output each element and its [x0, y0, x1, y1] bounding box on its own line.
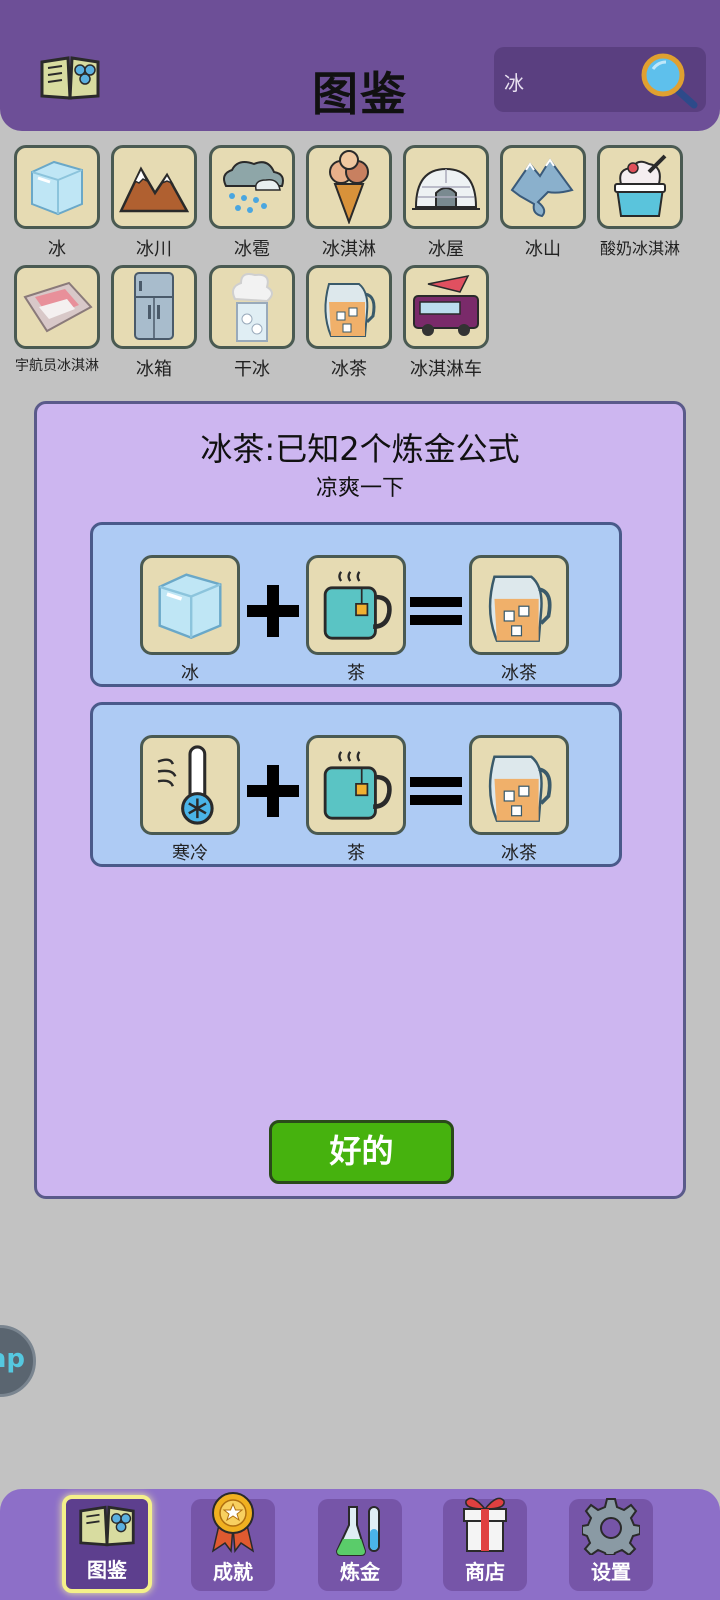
dry-ice-icon — [232, 273, 273, 342]
item-iceberg[interactable]: 冰山 — [494, 145, 592, 261]
iceberg-icon — [510, 158, 574, 218]
nav-label: 图鉴 — [87, 1558, 127, 1582]
recipe-result[interactable]: 冰茶 — [469, 735, 569, 865]
nav-label: 商店 — [465, 1560, 505, 1584]
item-label: 冰川 — [136, 239, 172, 260]
result-label: 冰茶 — [501, 663, 537, 684]
ingredient-label: 茶 — [347, 843, 365, 864]
result-label: 冰茶 — [501, 843, 537, 864]
side-floating-button[interactable]: ap — [0, 1325, 36, 1397]
item-label: 酸奶冰淇淋 — [599, 239, 680, 258]
recipe-dialog: 冰茶:已知2个炼金公式 凉爽一下 冰 茶 冰茶 寒冷 茶 冰茶 好的 — [34, 401, 686, 1199]
item-astronaut-ice-cream[interactable]: 宇航员冰淇淋 — [8, 265, 106, 375]
item-frozen-yogurt[interactable]: 酸奶冰淇淋 — [591, 145, 689, 259]
recipe-ingredient-b[interactable]: 茶 — [306, 735, 406, 865]
item-igloo[interactable]: 冰屋 — [397, 145, 495, 261]
item-label: 冰淇淋车 — [410, 359, 482, 380]
nav-label: 炼金 — [340, 1560, 380, 1584]
ice-cube-icon — [158, 573, 222, 640]
nav-label: 成就 — [213, 1560, 253, 1584]
search-box[interactable]: 冰 — [494, 47, 706, 112]
nav-tab-codex[interactable]: 图鉴 — [62, 1495, 152, 1593]
plus-icon — [247, 765, 299, 817]
recipe-row: 寒冷 茶 冰茶 — [90, 702, 622, 867]
item-label: 冰茶 — [331, 359, 367, 380]
dialog-subtitle: 凉爽一下 — [315, 476, 404, 501]
item-label: 宇航员冰淇淋 — [15, 358, 99, 374]
recipe-ingredient-b[interactable]: 茶 — [306, 555, 406, 685]
nav-tab-shop[interactable]: 商店 — [443, 1497, 527, 1591]
ok-button[interactable]: 好的 — [269, 1120, 454, 1184]
gear-icon — [582, 1498, 640, 1555]
item-label: 干冰 — [234, 359, 270, 380]
item-ice-cream[interactable]: 冰淇淋 — [300, 145, 398, 261]
header-bar: 图鉴 冰 — [0, 0, 720, 131]
item-refrigerator[interactable]: 冰箱 — [105, 265, 203, 381]
gift-icon — [463, 1497, 507, 1552]
ice-cube-icon — [31, 160, 83, 216]
item-label: 冰屋 — [428, 239, 464, 260]
recipe-ingredient-a[interactable]: 寒冷 — [140, 735, 240, 865]
nav-tab-settings[interactable]: 设置 — [569, 1498, 653, 1591]
iced-tea-icon — [488, 575, 552, 642]
side-button-label: ap — [0, 1344, 25, 1374]
nav-label: 设置 — [591, 1560, 631, 1584]
dialog-title: 冰茶:已知2个炼金公式 — [200, 430, 520, 468]
item-glacier[interactable]: 冰川 — [105, 145, 203, 261]
equals-icon — [410, 597, 462, 625]
item-label: 冰雹 — [234, 239, 270, 260]
ingredient-label: 茶 — [347, 663, 365, 684]
medal-icon — [211, 1492, 255, 1553]
item-dry-ice[interactable]: 干冰 — [203, 265, 301, 381]
bottom-nav: 图鉴 成就 炼金 商店 设置 — [0, 1489, 720, 1600]
hail-cloud-icon — [223, 161, 284, 213]
recipe-row: 冰 茶 冰茶 — [90, 522, 622, 687]
item-hail[interactable]: 冰雹 — [203, 145, 301, 261]
frozen-yogurt-icon — [614, 154, 667, 217]
ingredient-label: 冰 — [181, 663, 199, 684]
recipe-ingredient-a[interactable]: 冰 — [140, 555, 240, 685]
ice-cream-cone-icon — [329, 150, 369, 224]
iced-tea-icon — [324, 283, 376, 337]
search-input[interactable]: 冰 — [504, 67, 524, 96]
tea-mug-icon — [323, 751, 392, 820]
plus-icon — [247, 585, 299, 637]
item-ice-cream-truck[interactable]: 冰淇淋车 — [397, 265, 495, 381]
glacier-icon — [119, 166, 189, 213]
tea-mug-icon — [323, 571, 392, 640]
equals-icon — [410, 777, 462, 805]
item-label: 冰 — [48, 239, 66, 260]
item-ice[interactable]: 冰 — [8, 145, 106, 261]
book-icon — [79, 1505, 135, 1547]
item-label: 冰箱 — [136, 359, 172, 380]
item-label: 冰淇淋 — [322, 239, 376, 260]
ingredient-label: 寒冷 — [172, 843, 208, 864]
item-label: 冰山 — [525, 239, 561, 260]
cold-thermometer-icon — [157, 745, 214, 825]
nav-tab-alchemy[interactable]: 炼金 — [318, 1499, 402, 1591]
igloo-icon — [412, 167, 480, 210]
search-icon[interactable] — [636, 51, 700, 109]
refrigerator-icon — [134, 272, 174, 340]
nav-tab-achievements[interactable]: 成就 — [191, 1492, 275, 1591]
recipe-result[interactable]: 冰茶 — [469, 555, 569, 685]
iced-tea-icon — [488, 755, 552, 822]
astronaut-ice-cream-icon — [23, 281, 93, 333]
item-iced-tea[interactable]: 冰茶 — [300, 265, 398, 381]
ice-cream-truck-icon — [413, 274, 479, 336]
flask-icon — [335, 1506, 380, 1556]
